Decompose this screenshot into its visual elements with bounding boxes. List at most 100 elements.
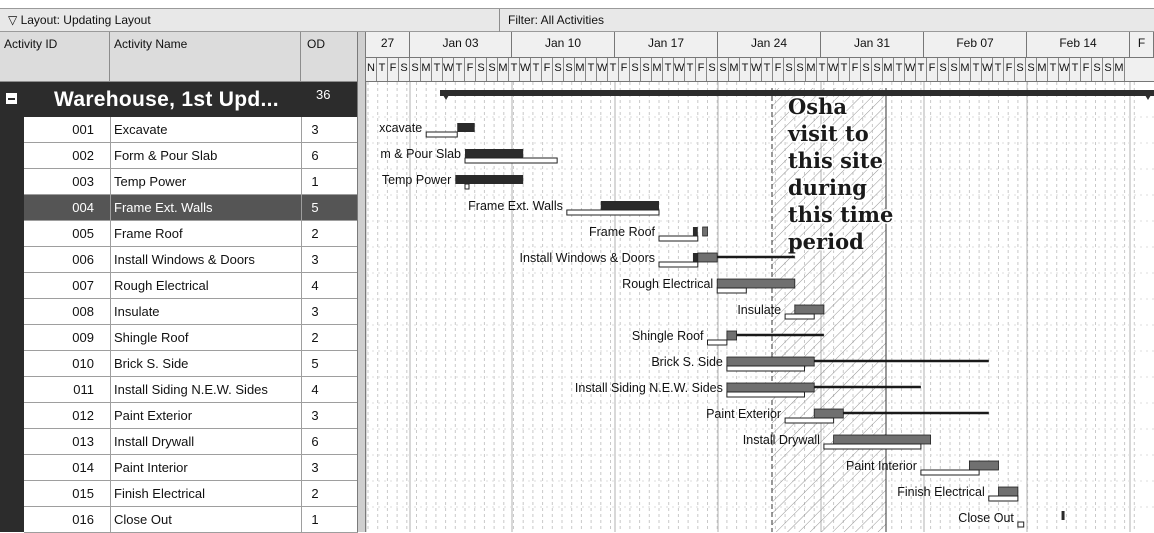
activity-od: 5 (311, 356, 319, 371)
actual-bar (457, 123, 475, 132)
day-label: S (861, 58, 872, 81)
day-label: W (1059, 58, 1070, 81)
activity-row[interactable]: 012 Paint Exterior 3 (24, 403, 358, 429)
activity-row[interactable]: 016 Close Out 1 (24, 507, 358, 533)
baseline-bar (425, 131, 458, 138)
day-label: T (608, 58, 619, 81)
activity-name: Close Out (114, 512, 172, 527)
splitter-handle[interactable] (357, 32, 366, 532)
day-label: T (432, 58, 443, 81)
osha-annotation-line: this time (788, 202, 893, 227)
activity-row[interactable]: 008 Insulate 3 (24, 299, 358, 325)
actual-bar (455, 175, 524, 184)
activity-bar-group: Install Drywall (743, 433, 932, 450)
day-label: F (927, 58, 938, 81)
activity-row[interactable]: 005 Frame Roof 2 (24, 221, 358, 247)
toolbar: ▽ Layout: Updating Layout Filter: All Ac… (0, 8, 1154, 33)
activity-od: 4 (311, 382, 319, 397)
activity-id: 014 (72, 460, 94, 475)
week-label: Feb 14 (1027, 32, 1130, 57)
collapse-icon[interactable] (6, 93, 17, 104)
activity-id: 012 (72, 408, 94, 423)
day-label: W (982, 58, 993, 81)
day-label: M (1037, 58, 1048, 81)
day-label: S (1026, 58, 1037, 81)
bar-label: Install Siding N.E.W. Sides (575, 381, 723, 395)
activity-name: Rough Electrical (114, 278, 209, 293)
activity-id: 005 (72, 226, 94, 241)
activity-row[interactable]: 007 Rough Electrical 4 (24, 273, 358, 299)
activity-row[interactable]: 002 Form & Pour Slab 6 (24, 143, 358, 169)
wbs-row[interactable]: Warehouse, 1st Upd... 36 (0, 82, 358, 117)
activity-row[interactable]: 011 Install Siding N.E.W. Sides 4 (24, 377, 358, 403)
week-label: Feb 07 (924, 32, 1027, 57)
bar-label: Install Windows & Doors (520, 251, 655, 265)
osha-annotation-line: visit to (787, 121, 869, 146)
layout-label: Layout: Updating Layout (20, 13, 151, 27)
day-label: F (388, 58, 399, 81)
osha-annotation-line: period (788, 229, 864, 254)
day-label: M (575, 58, 586, 81)
activity-id: 013 (72, 434, 94, 449)
activity-row[interactable]: 015 Finish Electrical 2 (24, 481, 358, 507)
day-label: S (938, 58, 949, 81)
activity-name: Excavate (114, 122, 168, 137)
week-label: Jan 03 (410, 32, 512, 57)
activity-row[interactable]: 009 Shingle Roof 2 (24, 325, 358, 351)
layout-dropdown[interactable]: ▽ Layout: Updating Layout (8, 13, 151, 27)
day-label: M (421, 58, 432, 81)
activity-row[interactable]: 006 Install Windows & Doors 3 (24, 247, 358, 273)
column-divider (110, 117, 111, 532)
activity-od: 2 (311, 330, 319, 345)
activity-bar-group: Frame Ext. Walls (468, 199, 660, 216)
day-label: W (520, 58, 531, 81)
day-label: S (872, 58, 883, 81)
activity-row[interactable]: 014 Paint Interior 3 (24, 455, 358, 481)
week-label: Jan 31 (821, 32, 924, 57)
day-label: S (399, 58, 410, 81)
day-label: W (751, 58, 762, 81)
baseline-bar (658, 261, 699, 268)
day-label: T (454, 58, 465, 81)
activity-row[interactable]: 004 Frame Ext. Walls 5 (24, 195, 358, 221)
wbs-name: Warehouse, 1st Upd... (54, 88, 279, 111)
column-header-od[interactable]: OD (301, 32, 358, 82)
baseline-bar (784, 313, 815, 320)
day-label: T (509, 58, 520, 81)
activity-name: Paint Interior (114, 460, 188, 475)
day-label: M (883, 58, 894, 81)
baseline-bar (726, 391, 805, 398)
activity-table: Activity ID Activity Name OD Warehouse, … (0, 32, 358, 533)
day-label: W (828, 58, 839, 81)
activity-id: 003 (72, 174, 94, 189)
activity-id: 015 (72, 486, 94, 501)
day-label: T (839, 58, 850, 81)
week-label: 27 (366, 32, 410, 57)
activity-id: 008 (72, 304, 94, 319)
day-label: S (707, 58, 718, 81)
bar-label: Paint Exterior (706, 407, 781, 421)
day-label: F (465, 58, 476, 81)
activity-name: Paint Exterior (114, 408, 193, 423)
activity-row[interactable]: 010 Brick S. Side 5 (24, 351, 358, 377)
activity-od: 3 (311, 122, 319, 137)
activity-row[interactable]: 001 Excavate 3 (24, 117, 358, 143)
activity-row[interactable]: 013 Install Drywall 6 (24, 429, 358, 455)
day-label: M (729, 58, 740, 81)
baseline-bar (566, 209, 660, 216)
activity-name: Frame Roof (114, 226, 183, 241)
bar-label: Frame Ext. Walls (468, 199, 563, 213)
remaining-bar (726, 330, 737, 341)
activity-row[interactable]: 003 Temp Power 1 (24, 169, 358, 195)
column-header-activity-id[interactable]: Activity ID (0, 32, 110, 82)
remaining-bar (716, 278, 796, 289)
remaining-bar (702, 226, 708, 237)
filter-label[interactable]: Filter: All Activities (508, 13, 604, 27)
activity-bar-group: xcavate (379, 121, 475, 138)
column-header-activity-name[interactable]: Activity Name (110, 32, 301, 82)
baseline-bar (784, 417, 835, 424)
activity-bar-group: Paint Interior (846, 459, 999, 476)
activity-name: Install Drywall (114, 434, 195, 449)
remaining-bar (697, 252, 718, 263)
day-label: F (542, 58, 553, 81)
